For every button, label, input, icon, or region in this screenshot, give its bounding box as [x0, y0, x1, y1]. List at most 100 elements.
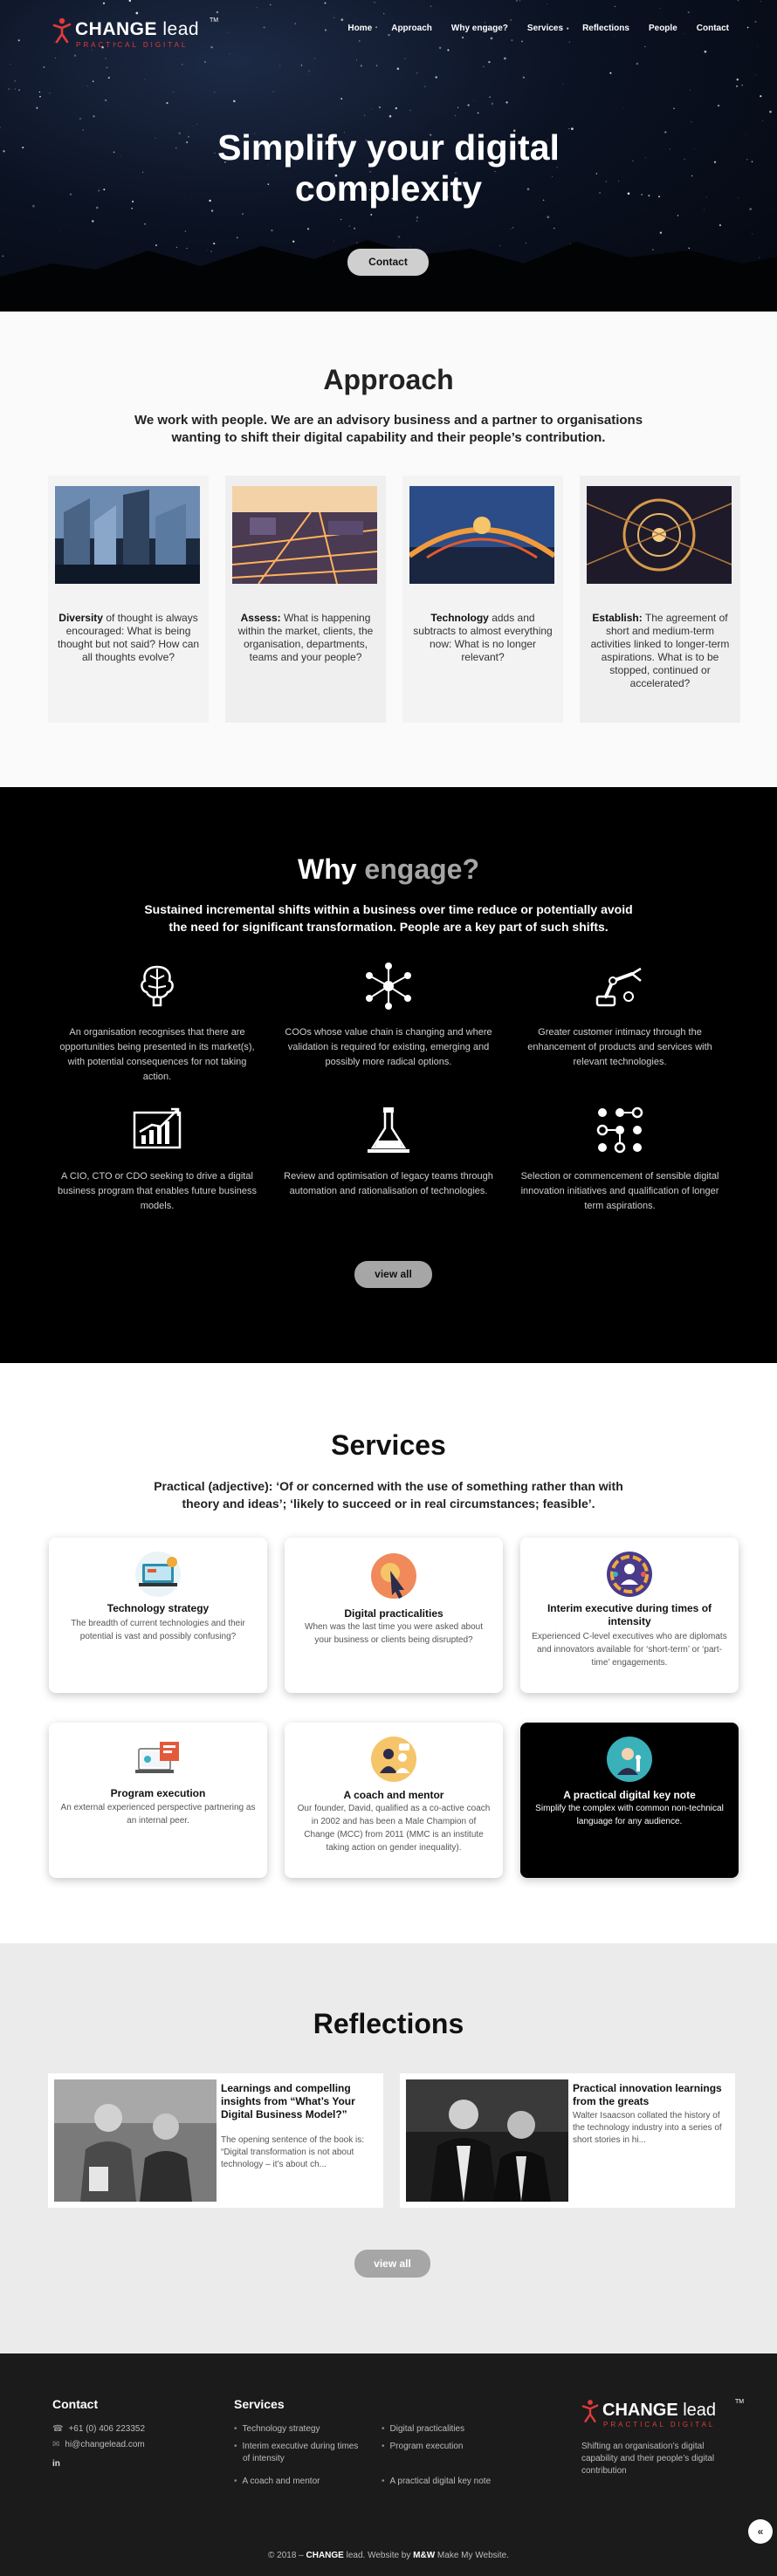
star	[102, 2, 106, 4]
services-section: Services Practical (adjective): ‘Of or c…	[0, 1363, 777, 1943]
service-card-title: Technology strategy	[107, 1602, 210, 1614]
service-card-text: An external experienced perspective part…	[60, 1803, 256, 1826]
star	[447, 49, 450, 51]
star	[684, 33, 685, 35]
star	[491, 102, 494, 106]
star	[360, 65, 362, 67]
star	[14, 79, 17, 82]
footer-service-link[interactable]: • Digital practicalities	[382, 2423, 464, 2436]
network-icon	[366, 963, 411, 1010]
footer-services-title: Services	[234, 2397, 285, 2411]
main-nav: Home Approach Why engage? Services Refle…	[347, 24, 729, 33]
nav-people[interactable]: People	[649, 24, 677, 33]
brand-figure-icon	[52, 17, 72, 44]
hero-title: Simplify your digital complexity	[217, 127, 560, 209]
star	[737, 0, 739, 2]
footer-service-link[interactable]: • Technology strategy	[234, 2423, 320, 2436]
star	[93, 114, 95, 118]
star	[128, 0, 132, 3]
star	[505, 101, 508, 104]
star	[489, 96, 491, 98]
star	[673, 107, 675, 110]
robot-arm-icon	[595, 967, 642, 1007]
service-card-digital-practicalities[interactable]: Digital practicalities When was the last…	[285, 1538, 503, 1693]
futuristic-bridge-image	[409, 486, 554, 584]
site-footer: Contact ☎ +61 (0) 406 223352 ✉ hi@changele…	[0, 2353, 777, 2576]
nav-approach[interactable]: Approach	[391, 24, 432, 33]
star	[396, 67, 400, 71]
service-card-technology-strategy[interactable]: Technology strategy The breadth of curre…	[49, 1538, 267, 1693]
star	[488, 60, 491, 64]
star	[358, 40, 361, 42]
post-photo-two-men	[54, 2079, 217, 2202]
reflection-post-card[interactable]: Practical innovation learnings from the …	[400, 2073, 735, 2208]
nav-home[interactable]: Home	[347, 24, 372, 33]
star	[754, 20, 757, 24]
star	[144, 79, 146, 80]
star	[10, 64, 11, 65]
why-item: An organisation recognises that there ar…	[52, 962, 262, 1085]
star	[454, 114, 456, 116]
why-engage-intro: Sustained incremental shifts within a bu…	[144, 902, 633, 934]
growth-chart-icon	[133, 1107, 182, 1149]
approach-card-text: Diversity of thought is always encourage…	[57, 612, 200, 663]
hero-section: CHANGE lead TM PRACTICAL DIGITAL Home Ap…	[0, 0, 777, 312]
nav-reflections[interactable]: Reflections	[582, 24, 629, 33]
star	[609, 72, 612, 74]
linkedin-icon[interactable]: in	[52, 2458, 60, 2470]
nav-services[interactable]: Services	[527, 24, 563, 33]
service-card-digital-keynote[interactable]: A practical digital key note Simplify th…	[520, 1723, 739, 1878]
nav-contact[interactable]: Contact	[697, 24, 729, 33]
star	[216, 10, 219, 14]
star	[294, 23, 297, 24]
footer-service-link-cont[interactable]: of intensity	[243, 2453, 285, 2465]
brand-tagline: PRACTICAL DIGITAL	[603, 2421, 716, 2429]
brand-logo[interactable]: CHANGE lead TM PRACTICAL DIGITAL	[52, 16, 227, 51]
star	[483, 65, 485, 68]
reflection-post-card[interactable]: Learnings and compelling insights from “…	[48, 2073, 383, 2208]
approach-intro: We work with people. We are an advisory …	[134, 413, 643, 445]
service-card-title: Digital practicalities	[344, 1607, 444, 1620]
footer-phone[interactable]: ☎ +61 (0) 406 223352	[52, 2423, 145, 2436]
star	[430, 5, 432, 7]
service-card-coach-mentor[interactable]: A coach and mentor Our founder, David, q…	[285, 1723, 503, 1878]
reflection-post-title[interactable]: Learnings and compelling insights from “…	[221, 2082, 378, 2121]
star	[49, 92, 51, 94]
reflection-post-title[interactable]: Practical innovation learnings from the …	[573, 2082, 730, 2108]
star	[504, 57, 506, 60]
star	[516, 0, 518, 2]
brand-trademark: TM	[210, 17, 219, 24]
why-item: Review and optimisation of legacy teams …	[284, 1106, 493, 1199]
star	[457, 106, 459, 108]
nav-why-engage[interactable]: Why engage?	[451, 24, 508, 33]
reflections-view-all-button[interactable]: view all	[354, 2250, 430, 2278]
copyright-text: © 2018 – CHANGE lead. Website by M&W Mak…	[267, 2551, 509, 2560]
hero-contact-button[interactable]: Contact	[347, 249, 429, 276]
why-item-text: An organisation recognises that there ar…	[59, 1027, 255, 1082]
service-card-interim-executive[interactable]: Interim executive during times of intens…	[520, 1538, 739, 1693]
service-card-text: Our founder, David, qualified as a co-ac…	[297, 1804, 491, 1853]
star	[73, 54, 77, 57]
star	[409, 110, 411, 111]
people-circle-icon	[607, 1552, 652, 1597]
star	[769, 110, 772, 113]
footer-service-link[interactable]: • A practical digital key note	[382, 2476, 491, 2488]
why-item: COOs whose value chain is changing and w…	[284, 962, 493, 1070]
footer-service-link[interactable]: • Program execution	[382, 2441, 463, 2453]
back-to-top-button[interactable]: «	[748, 2519, 773, 2544]
star	[760, 1, 761, 2]
service-card-text: Simplify the complex with common non-tec…	[535, 1804, 724, 1826]
star	[308, 70, 311, 72]
why-engage-title: Why engage?	[297, 853, 479, 885]
why-view-all-button[interactable]: view all	[354, 1261, 432, 1288]
star	[79, 117, 82, 120]
footer-service-link[interactable]: • A coach and mentor	[234, 2476, 320, 2488]
footer-service-link[interactable]: • Interim executive during times	[234, 2441, 358, 2453]
star	[8, 88, 10, 91]
star	[756, 45, 758, 47]
footer-email[interactable]: ✉ hi@changelead.com	[52, 2439, 145, 2451]
footer-brand-logo[interactable]: CHANGE lead PRACTICAL DIGITAL TM	[581, 2399, 756, 2434]
service-card-program-execution[interactable]: Program execution An external experience…	[49, 1723, 267, 1878]
reflections-title: Reflections	[313, 2008, 464, 2039]
service-card-text: Experienced C-level executives who are d…	[532, 1632, 727, 1668]
